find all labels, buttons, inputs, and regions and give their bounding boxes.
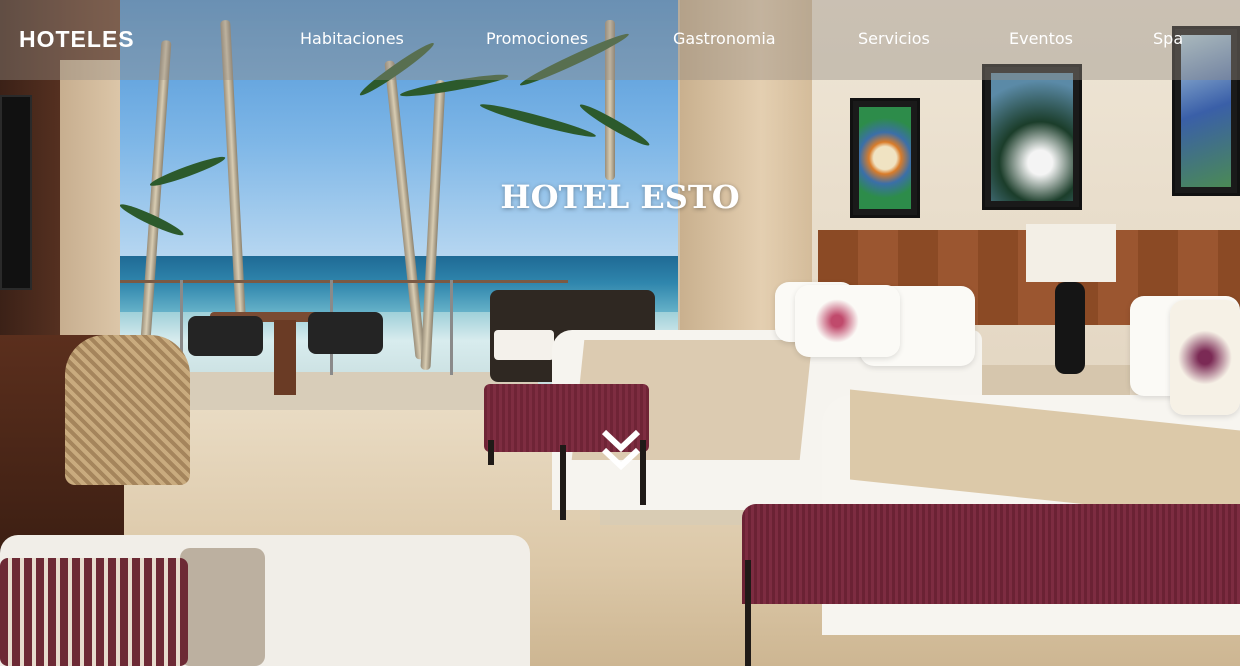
brand-logo[interactable]: HOTELES	[19, 26, 135, 53]
nav-item-eventos[interactable]: Eventos	[1009, 29, 1073, 48]
nav-item-gastronomia[interactable]: Gastronomia	[673, 29, 776, 48]
nav-item-spa[interactable]: Spa	[1153, 29, 1183, 48]
hero-title: HOTEL ESTO	[500, 178, 740, 216]
nav-item-servicios[interactable]: Servicios	[858, 29, 930, 48]
top-nav-bar: HOTELES Habitaciones Promociones Gastron…	[0, 0, 1240, 80]
nav-item-habitaciones[interactable]: Habitaciones	[300, 29, 404, 48]
scroll-down-button[interactable]	[600, 428, 642, 472]
double-chevron-down-icon	[601, 429, 641, 471]
nav-item-promociones[interactable]: Promociones	[486, 29, 588, 48]
page: HOTELES Habitaciones Promociones Gastron…	[0, 0, 1240, 666]
